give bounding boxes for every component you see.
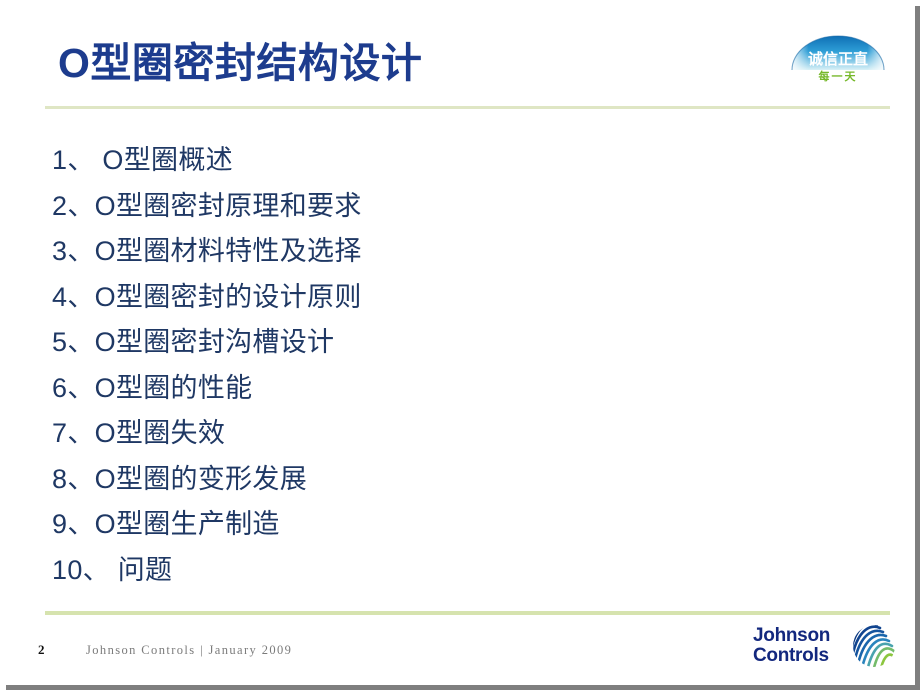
integrity-secondary-text: 每一天 <box>819 69 858 83</box>
johnson-controls-logo: Johnson Controls <box>753 622 898 674</box>
slide-footer: 2 Johnson Controls | January 2009 <box>38 642 292 658</box>
johnson-controls-wordmark: Johnson Controls <box>753 626 830 666</box>
agenda-item-10: 10、 问题 <box>52 554 173 585</box>
page-number: 2 <box>38 642 45 657</box>
slide-shadow-bottom <box>6 685 920 690</box>
agenda-item-1: 1、 O型圈概述 <box>52 145 233 175</box>
integrity-dome-logo: 诚信正直 每一天 <box>786 28 890 84</box>
jc-wordmark-line2: Controls <box>753 645 829 666</box>
agenda-list: 1、 O型圈概述 2、O型圈密封原理和要求 3、O型圈材料特性及选择 4、O型圈… <box>52 138 752 593</box>
slide-title: O型圈密封结构设计 <box>58 40 423 86</box>
integrity-primary-text: 诚信正直 <box>808 50 868 68</box>
agenda-item-4: 4、O型圈密封的设计原则 <box>52 281 362 312</box>
agenda-item-8: 8、O型圈的变形发展 <box>52 463 308 494</box>
agenda-item-7: 7、O型圈失效 <box>52 418 226 448</box>
title-divider-rule <box>45 106 890 109</box>
footer-text: Johnson Controls | January 2009 <box>86 643 293 657</box>
footer-divider-rule <box>45 611 890 615</box>
slide-canvas: O型圈密封结构设计 诚信正直 每一天 1、 O型圈概述 2、O型圈密封原理和要求… <box>0 0 920 690</box>
agenda-item-6: 6、O型圈的性能 <box>52 372 253 403</box>
agenda-item-5: 5、O型圈密封沟槽设计 <box>52 327 335 357</box>
jc-wordmark-line1: Johnson <box>753 625 831 646</box>
johnson-controls-globe-icon <box>850 622 898 670</box>
slide-shadow-right <box>915 6 920 690</box>
agenda-item-2: 2、O型圈密封原理和要求 <box>52 190 362 221</box>
agenda-item-3: 3、O型圈材料特性及选择 <box>52 236 362 266</box>
agenda-item-9: 9、O型圈生产制造 <box>52 509 280 539</box>
